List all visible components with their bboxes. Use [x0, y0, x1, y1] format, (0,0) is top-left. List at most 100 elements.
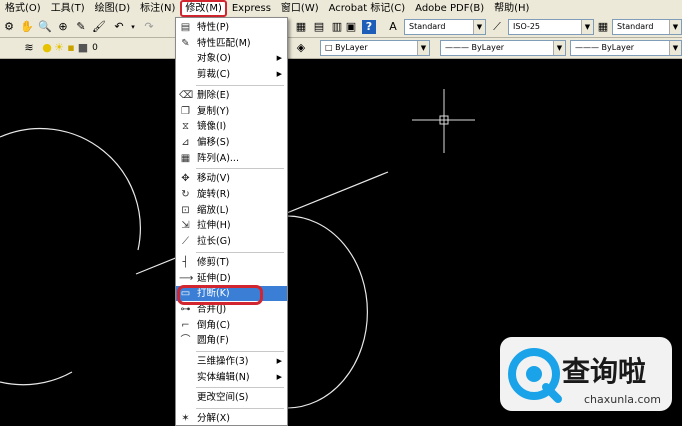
undo-icon[interactable]: ↶: [112, 20, 126, 34]
menu-item[interactable]: 实体编辑(N) ▶: [176, 370, 287, 385]
menu-item-label: 三维操作(3): [197, 356, 249, 367]
menu-item[interactable]: ⊡ 缩放(L): [176, 203, 287, 218]
chevron-down-icon: ▼: [669, 20, 681, 34]
menu-item[interactable]: ⊿ 偏移(S): [176, 135, 287, 150]
menu-bar: 格式(O) 工具(T) 绘图(D) 标注(N) 修改(M) Express 窗口(W) Acr…: [0, 0, 682, 17]
menu-item[interactable]: ✶ 分解(X): [176, 411, 287, 426]
menubar-item[interactable]: 绘图(D): [90, 0, 136, 17]
menubar-item[interactable]: 格式(O): [0, 0, 46, 17]
menu-item[interactable]: ┤ 修剪(T): [176, 255, 287, 270]
offset-icon: ⊿: [181, 136, 190, 148]
menu-item-label: 拉伸(H): [197, 220, 231, 232]
move-icon: ✥: [181, 173, 190, 185]
menu-item-label: 阵列(A)...: [197, 152, 239, 164]
menu-item-label: 移动(V): [197, 173, 230, 185]
stretch-icon: ⇲: [181, 220, 190, 232]
layer-name: 0: [92, 43, 98, 53]
menu-item[interactable]: ⌐ 倒角(C): [176, 318, 287, 333]
menu-item-label: 特性匹配(M): [197, 37, 251, 49]
menubar-item[interactable]: Acrobat 标记(C): [324, 0, 411, 17]
table-style-combo[interactable]: Standard ▼: [612, 19, 682, 35]
menu-item-label: 延伸(D): [197, 272, 231, 284]
copy-icon: ❐: [181, 105, 190, 117]
menu-item[interactable]: ⟋ 拉长(G): [176, 234, 287, 249]
array-icon: ▦: [180, 152, 191, 164]
menu-item-label: 镜像(I): [197, 121, 227, 133]
menu-item-label: 合并(J): [197, 303, 227, 315]
rotate-icon: ↻: [181, 189, 190, 200]
lengthen-icon: ⟋: [182, 236, 189, 248]
menu-item[interactable]: 对象(O) ▶: [176, 51, 287, 66]
design-center-icon[interactable]: ▤: [312, 20, 326, 34]
chamfer-icon: ⌐: [181, 319, 190, 331]
menubar-item[interactable]: 工具(T): [46, 0, 90, 17]
submenu-arrow-icon: ▶: [276, 372, 282, 381]
chevron-down-icon: ▼: [417, 41, 429, 55]
modify-menu: ▤ 特性(P) ✎ 特性匹配(M) 对象(O) ▶ 剪裁(C) ▶ ⌫ 删除(E) ❐ 复制(Y) ⧖ 镜…: [175, 17, 288, 426]
menu-item[interactable]: ⌒ 圆角(F): [176, 333, 287, 348]
menu-item[interactable]: ✥ 移动(V): [176, 171, 287, 186]
menu-item[interactable]: ⌫ 删除(E): [176, 88, 287, 103]
scale-icon: ⊡: [181, 204, 190, 216]
submenu-arrow-icon: ▶: [276, 54, 282, 63]
dim-style-icon: ⟋: [493, 20, 501, 33]
menubar-item[interactable]: 修改(M): [180, 0, 227, 17]
lineweight-combo[interactable]: ——— ByLayer ▼: [570, 40, 682, 56]
menu-item-label: 删除(E): [197, 89, 230, 101]
menu-separator: [196, 408, 284, 410]
undo-dropdown-icon[interactable]: ▾: [128, 20, 138, 34]
menu-item[interactable]: 剪裁(C) ▶: [176, 67, 287, 82]
menu-item-label: 拉长(G): [197, 236, 231, 248]
menu-item-label: 特性(P): [197, 22, 230, 33]
zoom-icon[interactable]: 🔍: [38, 20, 52, 34]
make-current-icon[interactable]: ◈: [294, 41, 308, 55]
brush-icon[interactable]: ✎: [74, 20, 88, 34]
menu-item[interactable]: ↻ 旋转(R): [176, 187, 287, 202]
menu-item[interactable]: 更改空间(S): [176, 390, 287, 405]
menu-item-label: 复制(Y): [197, 105, 230, 117]
menu-item[interactable]: ▦ 阵列(A)...: [176, 151, 287, 166]
chaxunla-logo: 查询啦 chaxunla.com: [500, 337, 672, 411]
menu-item[interactable]: ✎ 特性匹配(M): [176, 36, 287, 51]
color-combo[interactable]: □ ByLayer ▼: [320, 40, 430, 56]
calculator-icon[interactable]: ▦: [294, 20, 308, 34]
properties-tool-icon[interactable]: ⚙: [2, 20, 16, 34]
layer-manager-icon[interactable]: ≋: [22, 41, 36, 55]
dim-style-combo[interactable]: ISO-25 ▼: [508, 19, 594, 35]
blank-icon: [179, 355, 192, 368]
menubar-item[interactable]: 标注(N): [135, 0, 180, 17]
chevron-down-icon: ▼: [553, 41, 565, 55]
text-style-combo[interactable]: Standard ▼: [404, 19, 486, 35]
menu-item[interactable]: 三维操作(3) ▶: [176, 354, 287, 369]
menu-separator: [196, 387, 284, 389]
fillet-icon: ⌒: [180, 335, 191, 347]
menubar-item[interactable]: Adobe PDF(B): [410, 0, 489, 17]
layers-toolbar: ≋ ● ☀ ▪ ■ 0 ◈ □ ByLayer ▼ ——— ByLayer ▼ ——…: [0, 38, 682, 59]
menubar-item[interactable]: 窗口(W): [276, 0, 324, 17]
explode-icon: ✶: [181, 413, 190, 425]
tool-palette-icon[interactable]: ▥: [330, 20, 344, 34]
linetype-combo[interactable]: ——— ByLayer ▼: [440, 40, 566, 56]
menu-item-label: 修剪(T): [197, 256, 230, 268]
menubar-item[interactable]: 帮助(H): [489, 0, 534, 17]
menu-separator: [196, 251, 284, 253]
chevron-down-icon: ▼: [473, 20, 485, 34]
help-icon[interactable]: ?: [362, 20, 376, 34]
pan-icon[interactable]: ✋: [20, 20, 34, 34]
match-properties-icon: ✎: [181, 37, 190, 49]
calc-icon[interactable]: ▣: [344, 20, 358, 34]
menu-item[interactable]: ▤ 特性(P): [176, 20, 287, 35]
table-style-icon: ▦: [597, 20, 609, 33]
mirror-icon: ⧖: [181, 121, 190, 133]
menu-item[interactable]: ⟶ 延伸(D): [176, 271, 287, 286]
blank-icon: [179, 391, 192, 404]
menu-item[interactable]: ⇲ 拉伸(H): [176, 218, 287, 233]
menubar-item[interactable]: Express: [227, 0, 276, 17]
trim-icon: ┤: [182, 256, 189, 268]
extend-icon: ⟶: [179, 272, 194, 284]
zoom-window-icon[interactable]: ⊕: [56, 20, 70, 34]
redo-icon[interactable]: ↷: [142, 20, 156, 34]
menu-item[interactable]: ❐ 复制(Y): [176, 104, 287, 119]
match-icon[interactable]: 🖌: [92, 20, 106, 34]
menu-item[interactable]: ⧖ 镜像(I): [176, 119, 287, 134]
